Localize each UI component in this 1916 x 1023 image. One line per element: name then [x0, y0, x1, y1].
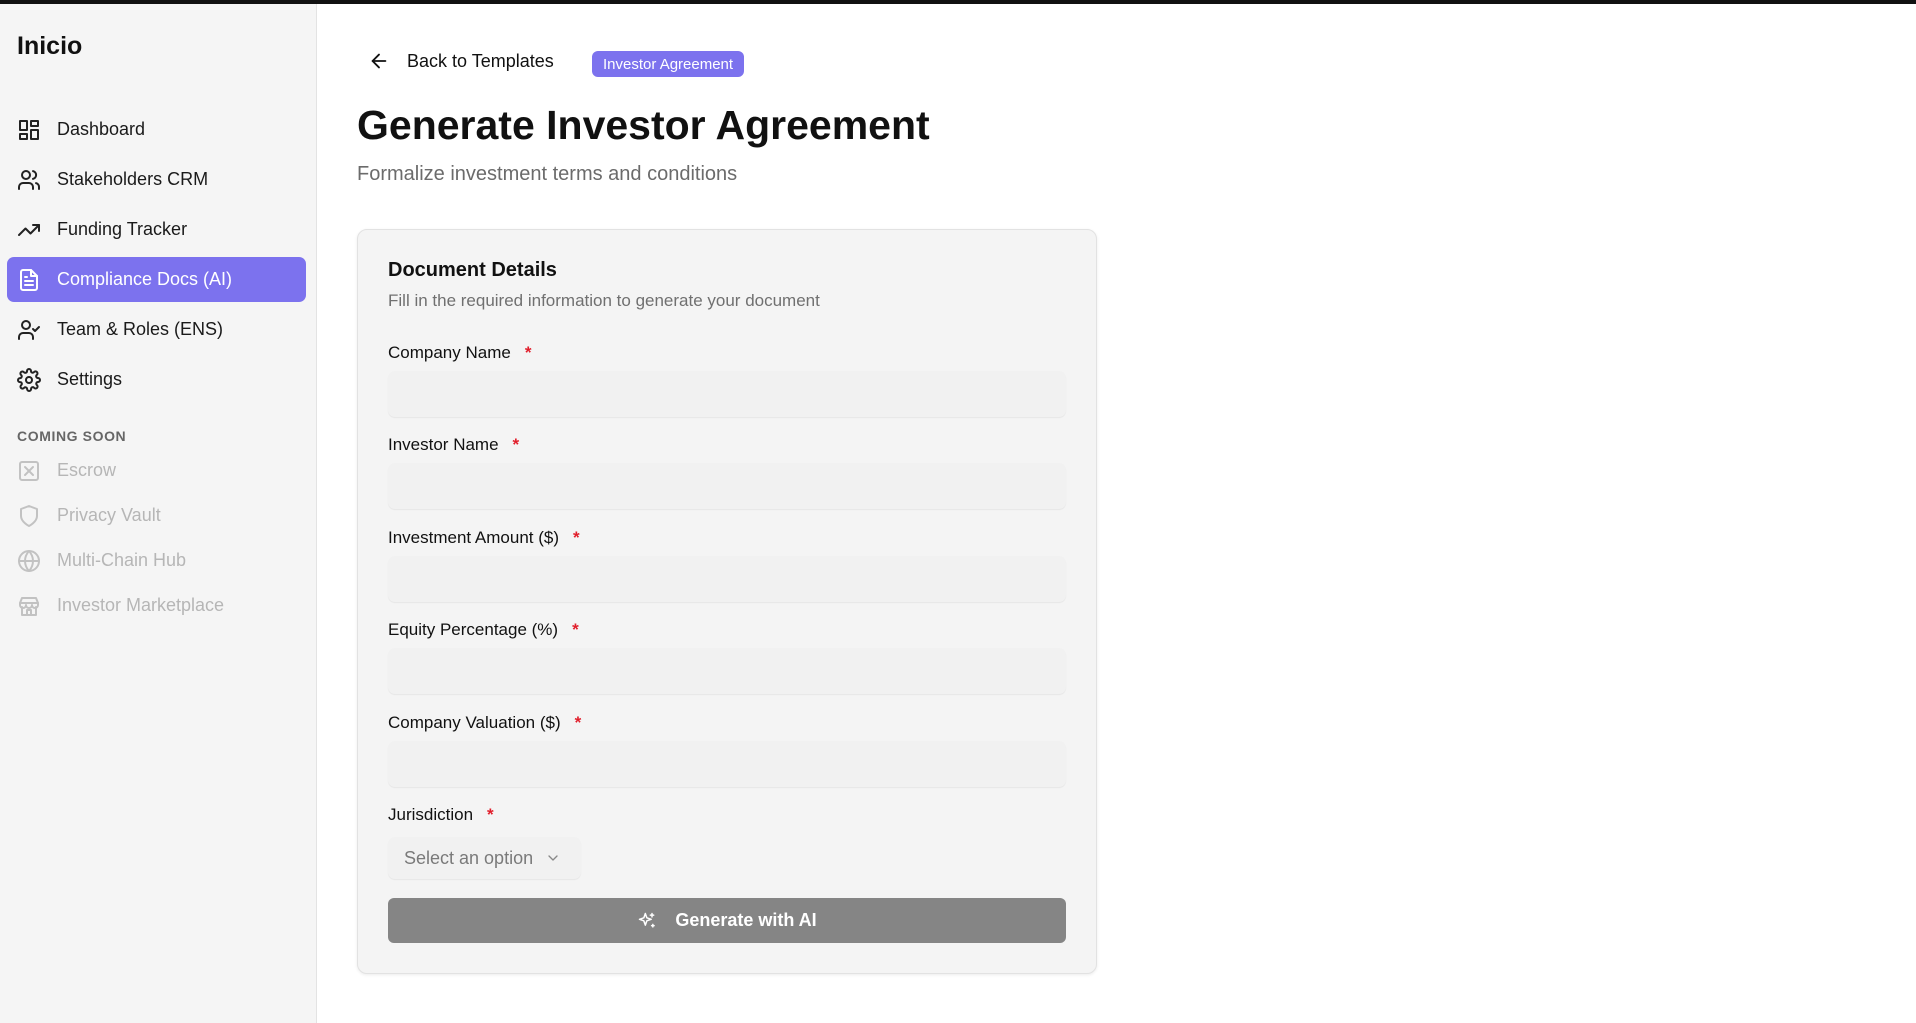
- back-to-templates-link[interactable]: Back to Templates: [368, 50, 554, 72]
- company-valuation-input[interactable]: [388, 741, 1066, 787]
- company-name-label: Company Name *: [388, 343, 531, 363]
- card-description: Fill in the required information to gene…: [388, 291, 820, 310]
- coming-soon-heading: COMING SOON: [17, 428, 127, 444]
- generate-with-ai-button[interactable]: Generate with AI: [388, 898, 1066, 943]
- field-label-text: Equity Percentage (%): [388, 620, 559, 639]
- sidebar-item-label: Funding Tracker: [57, 219, 188, 239]
- template-badge: Investor Agreement: [592, 51, 745, 77]
- required-marker: *: [573, 528, 580, 547]
- store-icon: [17, 594, 41, 618]
- company-name-input[interactable]: [388, 371, 1066, 417]
- coming-soon-list: Escrow Privacy Vault Multi-Chain Hub Inv…: [7, 448, 306, 628]
- arrow-left-icon: [371, 53, 387, 69]
- sidebar-item-label: Dashboard: [57, 119, 146, 139]
- user-check-icon: [17, 318, 41, 342]
- investor-name-label: Investor Name *: [388, 435, 519, 455]
- sidebar-item-team[interactable]: Team & Roles (ENS): [7, 307, 306, 352]
- equity-percentage-label: Equity Percentage (%) *: [388, 620, 579, 640]
- sidebar-item-label: Privacy Vault: [57, 505, 161, 525]
- document-details-card: Document Details Fill in the required in…: [357, 229, 1097, 974]
- jurisdiction-label: Jurisdiction *: [388, 805, 494, 825]
- sidebar-item-stakeholders[interactable]: Stakeholders CRM: [7, 157, 306, 202]
- gear-icon: [17, 367, 41, 392]
- brand-logo[interactable]: Inicio: [17, 32, 82, 61]
- sidebar-item-label: Team & Roles (ENS): [57, 319, 224, 339]
- escrow-icon: [17, 459, 41, 483]
- sidebar-item-marketplace: Investor Marketplace: [7, 583, 306, 628]
- sidebar-item-label: Compliance Docs (AI): [57, 269, 233, 289]
- sidebar-item-privacy-vault: Privacy Vault: [7, 493, 306, 538]
- investment-amount-input[interactable]: [388, 556, 1066, 602]
- sidebar-item-label: Escrow: [57, 460, 117, 480]
- company-valuation-label: Company Valuation ($) *: [388, 713, 581, 733]
- sidebar-item-label: Stakeholders CRM: [57, 169, 209, 189]
- sidebar-item-compliance[interactable]: Compliance Docs (AI): [7, 257, 306, 302]
- select-placeholder: Select an option: [404, 847, 534, 868]
- sparkles-icon: [639, 912, 656, 928]
- generate-label: Generate with AI: [675, 910, 817, 930]
- sidebar-item-multichain: Multi-Chain Hub: [7, 538, 306, 583]
- sidebar-item-dashboard[interactable]: Dashboard: [7, 107, 306, 152]
- field-label-text: Jurisdiction: [388, 805, 474, 824]
- document-icon: [17, 268, 41, 292]
- required-marker: *: [524, 343, 532, 362]
- sidebar-nav: Dashboard Stakeholders CRM Funding Track…: [7, 107, 306, 407]
- trending-up-icon: [17, 218, 41, 242]
- card-title: Document Details: [388, 259, 557, 281]
- chevron-down-icon: [548, 855, 558, 861]
- sidebar-item-settings[interactable]: Settings: [7, 357, 306, 402]
- sidebar: Inicio Dashboard Stakeholders CRM Fundin…: [0, 4, 317, 1023]
- sidebar-item-label: Investor Marketplace: [57, 595, 225, 615]
- page-title: Generate Investor Agreement: [357, 102, 930, 148]
- sidebar-item-escrow: Escrow: [7, 448, 306, 493]
- equity-percentage-input[interactable]: [388, 648, 1066, 694]
- dashboard-icon: [17, 118, 41, 142]
- jurisdiction-select[interactable]: Select an option: [388, 837, 581, 879]
- sidebar-item-funding[interactable]: Funding Tracker: [7, 207, 306, 252]
- required-marker: *: [487, 805, 494, 824]
- globe-icon: [17, 549, 41, 573]
- required-marker: *: [572, 620, 579, 639]
- field-label-text: Investment Amount ($): [388, 528, 560, 547]
- sidebar-item-label: Settings: [57, 369, 123, 389]
- field-label-text: Investor Name: [388, 435, 499, 454]
- users-icon: [17, 168, 41, 192]
- field-label-text: Company Name: [388, 343, 511, 362]
- required-marker: *: [574, 713, 582, 732]
- field-label-text: Company Valuation ($): [388, 713, 561, 732]
- page-subtitle: Formalize investment terms and condition…: [357, 163, 738, 185]
- back-label: Back to Templates: [407, 50, 554, 71]
- shield-icon: [17, 504, 41, 528]
- investor-name-input[interactable]: [388, 463, 1066, 509]
- required-marker: *: [512, 435, 520, 454]
- sidebar-item-label: Multi-Chain Hub: [57, 550, 187, 570]
- investment-amount-label: Investment Amount ($) *: [388, 528, 580, 548]
